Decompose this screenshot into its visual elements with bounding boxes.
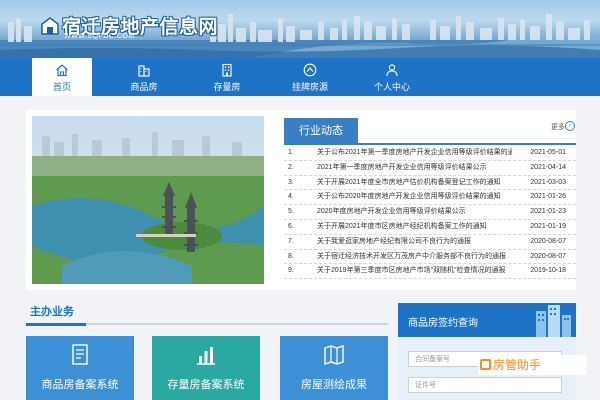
user-icon <box>386 64 398 77</box>
tab-industry-news[interactable]: 行业动态 <box>284 118 358 144</box>
news-date: 2021-04-14 <box>530 163 566 171</box>
pagoda-park-image <box>32 116 264 284</box>
document-icon <box>72 344 88 365</box>
item-number: 2. <box>288 163 294 171</box>
id-number-input[interactable] <box>408 377 562 393</box>
list-item[interactable]: 1. 关于公布2021年第一季度房地产开发企业信用等级评价结果的通知 2021-05… <box>284 146 576 161</box>
list-item[interactable]: 9. 关于2019年第三季度市区房地产市场"双随机"检查情况的通报 2019-10-… <box>284 264 576 280</box>
query-title: 商品房签约查询 <box>408 318 478 329</box>
list-item[interactable]: 4. 关于公布2020年度房地产开发企业信用等级评价结果的通知 2021-01-26 <box>284 190 576 206</box>
main-nav: 首页 商品房 存量房 挂牌房源 个人中心 <box>0 58 600 96</box>
nav-item-new-housing[interactable]: 商品房 <box>114 58 174 96</box>
item-number: 8. <box>288 252 294 260</box>
house-assistant-icon <box>480 359 491 370</box>
featured-photo[interactable] <box>32 116 264 284</box>
news-title[interactable]: 关于我爱逛家房地产经纪有限公司不良行为的通报 <box>317 235 512 249</box>
building-illustration-icon <box>536 305 571 337</box>
contract-query-panel: 商品房签约查询 <box>398 303 576 400</box>
list-item[interactable]: 3. 关于开展2021年度全市房地产估价机构备案登记工作的通知 2021-03-03 <box>284 176 576 191</box>
listing-icon <box>303 63 317 77</box>
query-header: 商品房签约查询 <box>398 303 576 337</box>
card-label: 房屋测绘成果 <box>301 379 367 391</box>
news-list: 1. 关于公布2021年第一季度房地产开发企业信用等级评价结果的通知 2021-05… <box>284 146 576 280</box>
news-date: 2021-01-26 <box>530 193 566 201</box>
list-item[interactable]: 5. 2020年度房地产开发企业信用等级评价结果公示 2021-01-23 <box>284 205 576 220</box>
house-assistant-watermark: 房管助手 <box>478 355 586 375</box>
more-link[interactable]: 更多 <box>551 122 565 132</box>
news-title[interactable]: 2021年第一季度房地产开发企业信用等级评价结果公示 <box>317 161 512 175</box>
survey-results-card[interactable]: 房屋测绘成果 <box>280 336 388 400</box>
watermark-text: 房管助手 <box>493 358 542 372</box>
list-item[interactable]: 7. 关于我爱逛家房地产经纪有限公司不良行为的通报 2020-08-07 <box>284 235 576 250</box>
news-title[interactable]: 关于开展2021年度市区房地产经纪机构备案工作的通知 <box>317 220 512 234</box>
nav-item-listings[interactable]: 挂牌房源 <box>280 58 340 96</box>
list-item[interactable]: 8. 关于宿迁经济技术开发区万茂房产中介服务部不良行为的通报 2020-08-07 <box>284 250 576 265</box>
news-date: 2021-03-03 <box>530 178 566 186</box>
list-item[interactable]: 6. 关于开展2021年度市区房地产经纪机构备案工作的通知 2021-01-19 <box>284 220 576 235</box>
news-date: 2021-01-23 <box>530 208 566 216</box>
news-date: 2020-08-07 <box>530 237 566 245</box>
news-title[interactable]: 关于开展2021年度全市房地产估价机构备案登记工作的通知 <box>317 176 512 190</box>
news-date: 2020-08-07 <box>530 252 566 260</box>
nav-label: 首页 <box>52 82 71 92</box>
home-icon <box>56 64 68 77</box>
news-title[interactable]: 关于2019年第三季度市区房地产市场"双随机"检查情况的通报 <box>317 264 512 278</box>
item-number: 5. <box>288 208 294 216</box>
nav-item-resale-housing[interactable]: 存量房 <box>197 58 257 96</box>
news-title[interactable]: 关于宿迁经济技术开发区万茂房产中介服务部不良行为的通报 <box>317 250 512 264</box>
news-date: 2021-01-19 <box>530 222 566 230</box>
card-label: 商品房备案系统 <box>41 379 119 391</box>
divider-accent <box>26 323 86 326</box>
card-label: 存量房备案系统 <box>167 379 245 391</box>
list-item[interactable]: 2. 2021年第一季度房地产开发企业信用等级评价结果公示 2021-04-14 <box>284 161 576 176</box>
divider <box>284 143 576 145</box>
news-title[interactable]: 关于公布2020年度房地产开发企业信用等级评价结果的通知 <box>317 190 512 204</box>
nav-label: 商品房 <box>130 82 158 92</box>
section-title-main-business: 主办业务 <box>30 306 74 318</box>
header-banner: 宿迁房地产信息网 WWW.SQFDC.COM <box>0 0 600 58</box>
apartment-icon <box>222 63 232 77</box>
bar-chart-icon <box>197 347 215 365</box>
nav-item-home[interactable]: 首页 <box>32 58 92 96</box>
item-number: 6. <box>288 222 294 230</box>
item-number: 3. <box>288 178 294 186</box>
news-title[interactable]: 关于公布2021年第一季度房地产开发企业信用等级评价结果的通知 <box>317 146 512 160</box>
site-logo-icon <box>41 17 59 35</box>
map-icon <box>324 345 344 365</box>
item-number: 1. <box>288 149 294 156</box>
item-number: 9. <box>288 267 294 275</box>
nav-label: 个人中心 <box>373 82 410 92</box>
resale-housing-filing-card[interactable]: 存量房备案系统 <box>152 336 260 400</box>
building-icon <box>138 65 150 77</box>
nav-item-personal-center[interactable]: 个人中心 <box>362 58 422 96</box>
site-domain: WWW.SQFDC.COM <box>64 33 135 40</box>
nav-label: 存量房 <box>213 82 241 92</box>
news-title[interactable]: 2020年度房地产开发企业信用等级评价结果公示 <box>317 205 512 219</box>
item-number: 4. <box>288 193 294 201</box>
item-number: 7. <box>288 237 294 245</box>
chevron-right-icon[interactable]: › <box>565 121 575 131</box>
nav-label: 挂牌房源 <box>291 82 328 92</box>
new-housing-filing-card[interactable]: 商品房备案系统 <box>26 336 134 400</box>
news-date: 2021-05-01 <box>530 149 566 156</box>
news-date: 2019-10-18 <box>530 267 566 275</box>
